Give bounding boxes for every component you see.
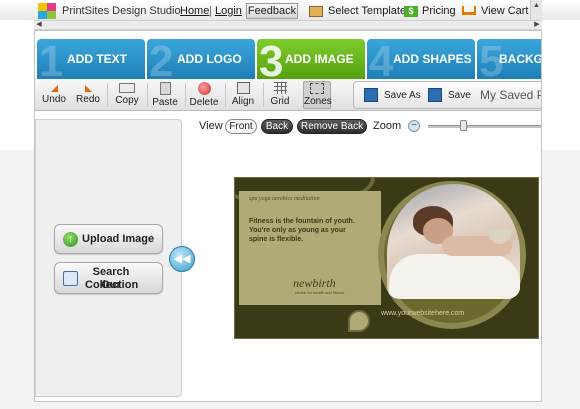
upload-icon: ↑ bbox=[63, 232, 78, 247]
redo-label: Redo bbox=[76, 94, 100, 105]
delete-icon bbox=[197, 82, 211, 95]
zoom-slider-thumb[interactable] bbox=[460, 120, 468, 131]
view-cart-link[interactable]: View Cart bbox=[481, 5, 528, 17]
toolbar-divider bbox=[147, 83, 148, 107]
upload-label: Upload Image bbox=[82, 233, 155, 245]
card-brand-subtitle[interactable]: centre for health and fitness bbox=[295, 290, 344, 295]
remove-back-button[interactable]: Remove Back bbox=[297, 119, 367, 134]
toolbar-divider bbox=[263, 83, 264, 107]
tab-add-shapes[interactable]: 4 ADD SHAPES bbox=[367, 39, 475, 79]
grid-button[interactable]: Grid bbox=[267, 81, 293, 109]
paste-icon bbox=[159, 82, 171, 95]
align-icon bbox=[236, 82, 250, 94]
edit-toolbar: Undo Redo Copy Paste Delete Align Grid Z… bbox=[35, 79, 541, 111]
save-icon bbox=[428, 88, 442, 102]
photo-towel bbox=[389, 254, 520, 299]
card-message-line1: Fitness is the fountain of youth. bbox=[249, 218, 355, 225]
site-header: PrintSites Design Studio Home | Login Fe… bbox=[0, 0, 580, 20]
card-message-line3: spine is flexible. bbox=[249, 236, 304, 243]
cart-icon bbox=[462, 6, 476, 15]
undo-label: Undo bbox=[42, 94, 66, 105]
step-tabs: 1 ADD TEXT 2 ADD LOGO 3 ADD IMAGE 4 ADD … bbox=[35, 39, 541, 79]
delete-button[interactable]: Delete bbox=[189, 81, 219, 109]
pricing-icon: $ bbox=[404, 6, 418, 17]
copy-button[interactable]: Copy bbox=[113, 81, 141, 109]
save-as-button[interactable]: Save As bbox=[364, 86, 421, 106]
select-template-link[interactable]: Select Template bbox=[328, 5, 406, 17]
login-link[interactable]: Login bbox=[215, 5, 242, 17]
my-saved-projects-link[interactable]: My Saved Pro bbox=[480, 88, 541, 102]
scroll-left-icon[interactable]: ◀ bbox=[35, 21, 43, 29]
save-as-label: Save As bbox=[384, 90, 421, 101]
zoom-out-button[interactable]: − bbox=[408, 120, 420, 132]
undo-icon bbox=[50, 85, 58, 92]
toolbar-divider bbox=[225, 83, 226, 107]
search-collection-button[interactable]: Search Our Collection bbox=[54, 262, 163, 294]
tab-number: 4 bbox=[369, 39, 394, 79]
align-label: Align bbox=[231, 96, 255, 107]
save-label: Save bbox=[448, 90, 471, 101]
save-as-icon bbox=[364, 88, 378, 102]
toolbar-divider bbox=[185, 83, 186, 107]
redo-icon bbox=[84, 85, 92, 92]
zones-button[interactable]: Zones bbox=[303, 81, 332, 109]
toolbar-divider bbox=[107, 83, 108, 107]
undo-button[interactable]: Undo bbox=[41, 81, 67, 109]
scroll-right-icon[interactable]: ▶ bbox=[533, 21, 541, 29]
tab-background[interactable]: 5 BACKGR bbox=[477, 39, 541, 79]
save-button[interactable]: Save bbox=[428, 86, 471, 106]
tab-add-image[interactable]: 3 ADD IMAGE bbox=[257, 39, 365, 79]
card-tagline[interactable]: spa yoga aerobics meditation bbox=[249, 196, 320, 202]
horizontal-scrollbar[interactable]: ◀ ▶ bbox=[34, 20, 542, 30]
brand-name: PrintSites Design Studio bbox=[62, 5, 181, 17]
tab-label: BACKGR bbox=[499, 52, 541, 66]
zoom-slider-track[interactable] bbox=[428, 125, 541, 128]
redo-button[interactable]: Redo bbox=[75, 81, 101, 109]
template-icon bbox=[309, 6, 323, 17]
paste-button[interactable]: Paste bbox=[151, 81, 179, 109]
feedback-button[interactable]: Feedback bbox=[246, 3, 298, 19]
tab-add-text[interactable]: 1 ADD TEXT bbox=[37, 39, 145, 79]
design-studio-app: 1 ADD TEXT 2 ADD LOGO 3 ADD IMAGE 4 ADD … bbox=[34, 30, 542, 402]
align-button[interactable]: Align bbox=[229, 81, 257, 109]
tab-label: ADD IMAGE bbox=[285, 52, 354, 66]
back-button[interactable]: Back bbox=[261, 119, 293, 134]
image-side-panel: ↑ Upload Image Search Our Collection bbox=[35, 119, 182, 397]
scroll-up-arrow[interactable]: ▲ bbox=[530, 0, 542, 20]
delete-label: Delete bbox=[189, 97, 219, 108]
card-website-url[interactable]: www.yourwebsitehere.com bbox=[381, 310, 464, 317]
tab-number: 1 bbox=[39, 39, 64, 79]
tab-label: ADD LOGO bbox=[177, 52, 242, 66]
card-leaf-logo[interactable] bbox=[348, 310, 370, 332]
tab-number: 2 bbox=[149, 39, 174, 79]
design-canvas-card[interactable]: spa yoga aerobics meditation Fitness is … bbox=[234, 177, 539, 339]
search-collection-icon bbox=[63, 271, 78, 286]
collapse-panel-icon[interactable]: ◀◀ bbox=[169, 246, 195, 272]
grid-label: Grid bbox=[270, 96, 290, 107]
card-message[interactable]: Fitness is the fountain of youth. You're… bbox=[249, 217, 369, 244]
home-link[interactable]: Home bbox=[180, 5, 209, 17]
copy-label: Copy bbox=[115, 95, 139, 106]
nav-separator: | bbox=[209, 5, 212, 17]
search-label-line2: Collection bbox=[85, 279, 139, 291]
copy-icon bbox=[119, 83, 135, 93]
paste-label: Paste bbox=[152, 97, 178, 108]
zoom-label: Zoom bbox=[373, 120, 402, 132]
card-message-line2: You're only as young as your bbox=[249, 227, 346, 234]
tab-label: ADD SHAPES bbox=[393, 52, 472, 66]
grid-icon bbox=[273, 82, 287, 94]
card-brand-name[interactable]: newbirth bbox=[293, 276, 336, 291]
printsites-logo bbox=[38, 3, 58, 19]
view-controls: View Front Back Remove Back Zoom − bbox=[199, 119, 541, 135]
tab-number: 3 bbox=[259, 39, 284, 79]
tab-label: ADD TEXT bbox=[67, 52, 127, 66]
tab-add-logo[interactable]: 2 ADD LOGO bbox=[147, 39, 255, 79]
front-button[interactable]: Front bbox=[225, 119, 257, 134]
view-label: View bbox=[199, 120, 223, 132]
upload-image-button[interactable]: ↑ Upload Image bbox=[54, 224, 163, 254]
pricing-link[interactable]: Pricing bbox=[422, 5, 456, 17]
zones-label: Zones bbox=[304, 96, 332, 107]
zones-icon bbox=[310, 83, 324, 94]
save-group: Save As Save My Saved Pro bbox=[353, 81, 541, 109]
